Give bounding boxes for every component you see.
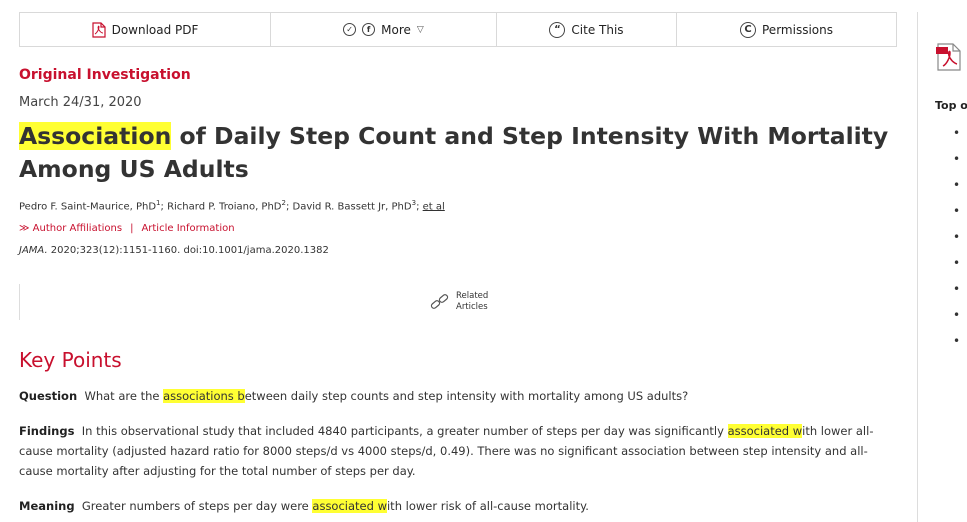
download-pdf-button[interactable]: Download PDF <box>20 13 271 46</box>
share-more-button[interactable]: ✓ f More ▽ <box>271 13 497 46</box>
related-articles-label: Related Articles <box>456 291 489 312</box>
article-date: March 24/31, 2020 <box>19 95 142 110</box>
text-highlight: associated w <box>312 499 387 513</box>
download-pdf-label: Download PDF <box>111 22 199 37</box>
key-point-findings: Findings In this observational study tha… <box>19 424 874 478</box>
chevron-down-icon: ▽ <box>416 24 424 35</box>
text-highlight: associations b <box>163 389 245 403</box>
link-icon <box>430 294 449 309</box>
citation: JAMA. 2020;323(12):1151-1160. doi:10.100… <box>19 245 329 256</box>
citation-details: 2020;323(12):1151-1160. doi:10.1001/jama… <box>47 245 329 256</box>
list-item[interactable]: • <box>953 256 960 282</box>
related-articles-button[interactable]: Related Articles <box>430 291 488 313</box>
article-information-link[interactable]: Article Information <box>141 223 234 234</box>
findings-label: Findings <box>19 424 75 438</box>
key-point-question: Question What are the associations betwe… <box>19 389 689 403</box>
affiliation-sup: 1 <box>156 199 161 207</box>
article-links: ≫ Author Affiliations | Article Informat… <box>19 223 235 234</box>
article-category[interactable]: Original Investigation <box>19 67 191 83</box>
twitter-icon[interactable]: ✓ <box>343 23 357 36</box>
cite-this-button[interactable]: “ Cite This <box>497 13 677 46</box>
et-al-link[interactable]: et al <box>423 201 445 212</box>
permissions-label: Permissions <box>762 22 833 37</box>
list-item[interactable]: • <box>953 152 960 178</box>
more-label: More <box>381 22 411 37</box>
author-name[interactable]: Pedro F. Saint-Maurice, PhD <box>19 201 156 212</box>
list-item[interactable]: • <box>953 334 960 360</box>
sidebar-pdf-button[interactable] <box>936 42 962 76</box>
list-item[interactable]: • <box>953 126 960 152</box>
list-item[interactable]: • <box>953 230 960 256</box>
quote-icon: “ <box>549 21 566 38</box>
title-highlight: Association <box>19 122 172 150</box>
question-label: Question <box>19 389 78 403</box>
article-title: Association of Daily Step Count and Step… <box>19 120 899 186</box>
author-affiliations-link[interactable]: ≫ Author Affiliations <box>19 223 122 234</box>
chevron-right-icon: ≫ <box>19 223 30 234</box>
cite-this-label: Cite This <box>571 22 624 37</box>
text-highlight: associated w <box>727 424 803 438</box>
key-point-meaning: Meaning Greater numbers of steps per day… <box>19 499 589 513</box>
list-item[interactable]: • <box>953 178 960 204</box>
sidebar-divider <box>917 12 918 522</box>
author-name[interactable]: Richard P. Troiano, PhD <box>167 201 281 212</box>
list-item[interactable]: • <box>953 308 960 334</box>
affiliation-sup: 2 <box>281 199 286 207</box>
list-item[interactable]: • <box>953 204 960 230</box>
meaning-label: Meaning <box>19 499 75 513</box>
sidebar-outline-list: • • • • • • • • • <box>953 126 960 360</box>
sidebar-top-of-article[interactable]: Top of <box>935 99 967 112</box>
pdf-icon <box>91 21 106 38</box>
permissions-button[interactable]: C Permissions <box>677 13 896 46</box>
author-name[interactable]: David R. Bassett Jr, PhD <box>293 201 412 212</box>
copyright-icon: C <box>740 21 756 38</box>
link-separator: | <box>130 223 134 234</box>
key-points-heading: Key Points <box>19 348 122 372</box>
facebook-icon[interactable]: f <box>362 23 376 36</box>
affiliation-sup: 3 <box>411 199 417 207</box>
list-item[interactable]: • <box>953 282 960 308</box>
author-list: Pedro F. Saint-Maurice, PhD1; Richard P.… <box>19 199 445 213</box>
pdf-icon <box>936 43 961 71</box>
journal-name: JAMA. <box>19 245 48 256</box>
article-toolbar: Download PDF ✓ f More ▽ “ Cite This C Pe… <box>19 12 897 47</box>
